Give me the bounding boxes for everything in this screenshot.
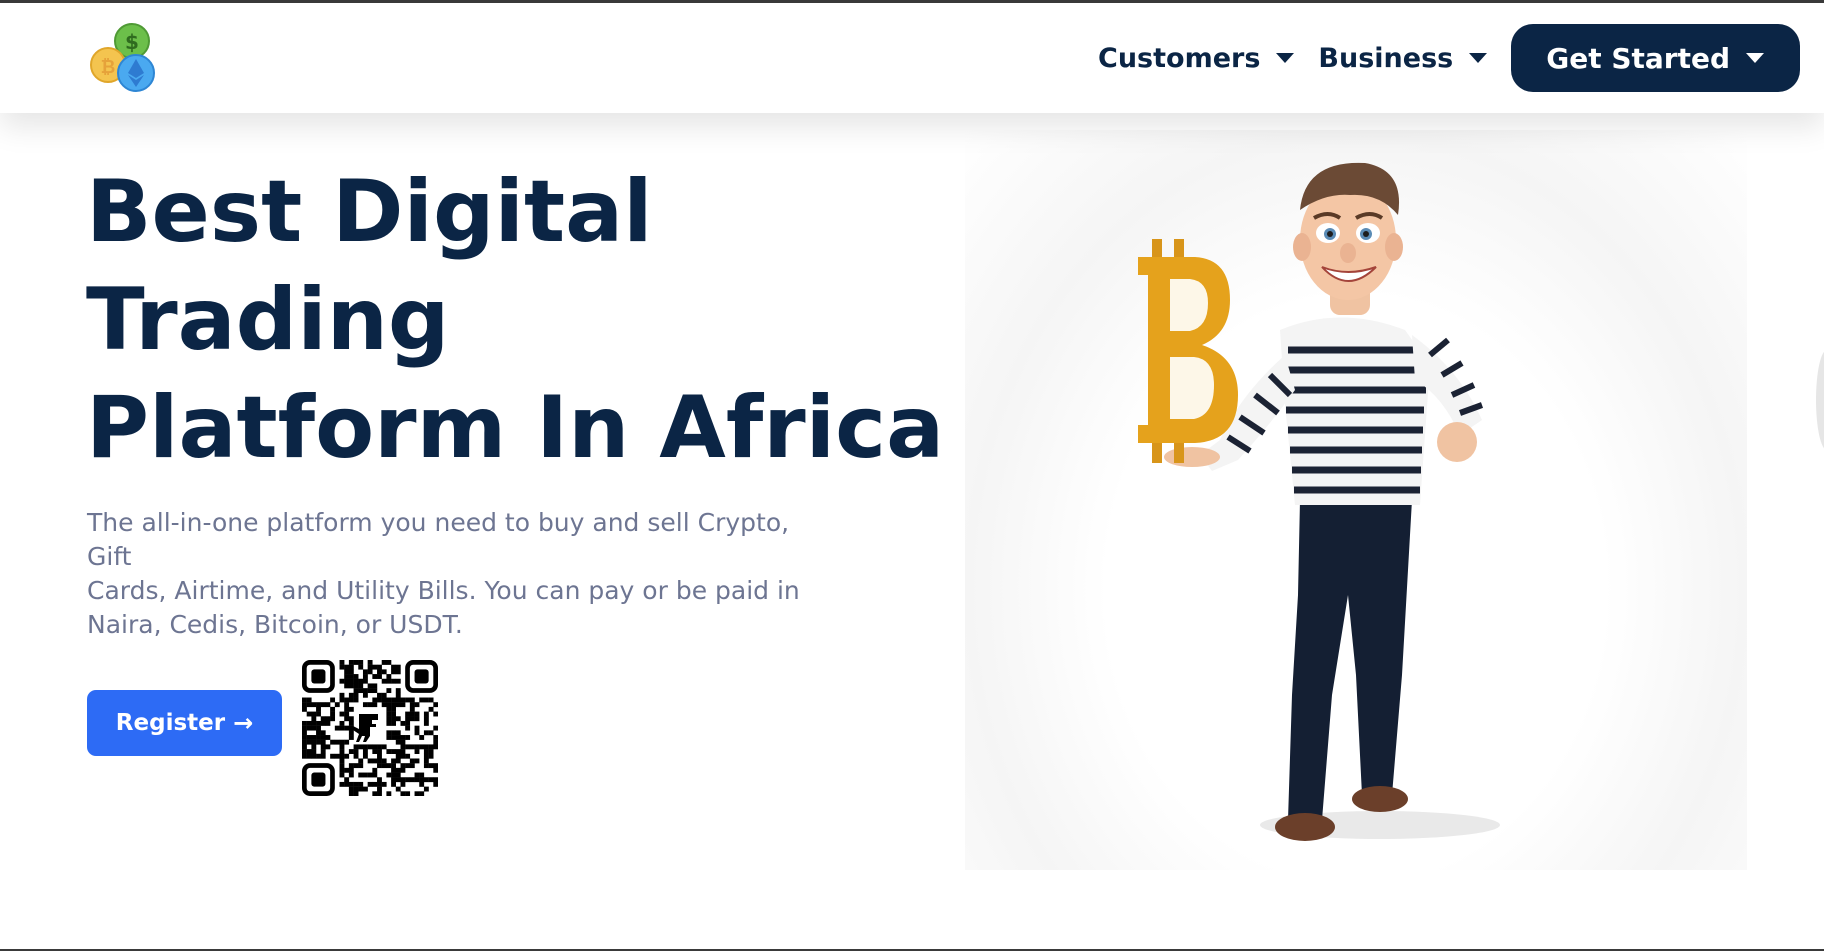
svg-text:$: $: [125, 30, 139, 54]
register-button[interactable]: Register →: [87, 690, 282, 756]
hero-title: Best Digital Trading Platform In Africa: [86, 158, 945, 482]
qr-code-icon[interactable]: [301, 659, 439, 797]
landing-page: $ ₿ Customers Business Get Started Best …: [0, 0, 1824, 951]
hero-subtitle-line-3: Naira, Cedis, Bitcoin, or USDT.: [87, 610, 463, 639]
side-decoration: [1816, 350, 1824, 450]
svg-text:₿: ₿: [101, 57, 116, 78]
register-label: Register: [115, 710, 226, 736]
arrow-right-icon: →: [233, 709, 254, 737]
get-started-label: Get Started: [1546, 41, 1730, 75]
get-started-button[interactable]: Get Started: [1511, 24, 1800, 92]
hero-subtitle-line-1: The all-in-one platform you need to buy …: [87, 508, 790, 571]
hero-title-line-3: Platform In Africa: [86, 378, 945, 478]
hero-title-line-1: Best Digital: [86, 162, 653, 262]
hero-subtitle: The all-in-one platform you need to buy …: [87, 506, 827, 642]
character-holding-bitcoin-illustration: [1130, 155, 1550, 855]
site-header: $ ₿ Customers Business Get Started: [0, 3, 1824, 113]
caret-down-icon: [1746, 53, 1764, 63]
nav-customers[interactable]: Customers: [1098, 42, 1295, 74]
hero-title-line-2: Trading: [86, 270, 450, 370]
hero-subtitle-line-2: Cards, Airtime, and Utility Bills. You c…: [87, 576, 800, 605]
main-nav: Customers Business Get Started: [1098, 23, 1800, 93]
caret-down-icon: [1469, 53, 1488, 63]
nav-customers-label: Customers: [1098, 42, 1261, 74]
nav-business[interactable]: Business: [1318, 42, 1488, 74]
coins-logo-icon[interactable]: $ ₿: [86, 21, 162, 97]
nav-business-label: Business: [1318, 42, 1454, 74]
caret-down-icon: [1276, 53, 1295, 63]
